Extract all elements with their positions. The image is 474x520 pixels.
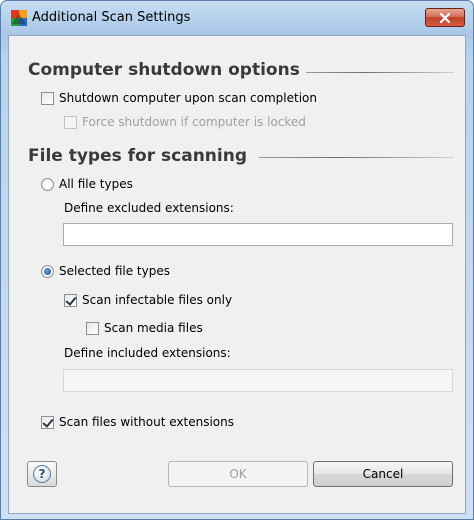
excluded-extensions-input[interactable] <box>63 223 453 246</box>
help-button[interactable]: ? <box>27 461 57 487</box>
all-file-types-option[interactable]: All file types <box>41 177 133 191</box>
included-extensions-input[interactable] <box>63 369 453 392</box>
cancel-button[interactable]: Cancel <box>313 461 453 487</box>
dialog-content: Computer shutdown options Shutdown compu… <box>8 35 466 514</box>
title-bar[interactable]: Additional Scan Settings <box>1 1 473 35</box>
scan-media-files-option[interactable]: Scan media files <box>86 321 203 335</box>
scan-infectable-label: Scan infectable files only <box>82 293 233 307</box>
file-types-section-rule <box>259 157 454 158</box>
file-types-section-heading: File types for scanning <box>28 146 248 166</box>
included-extensions-label: Define included extensions: <box>64 346 231 360</box>
scan-media-files-label: Scan media files <box>104 321 203 335</box>
shutdown-section-heading: Computer shutdown options <box>28 60 300 80</box>
force-shutdown-option[interactable]: Force shutdown if computer is locked <box>64 115 306 129</box>
excluded-extensions-label: Define excluded extensions: <box>64 201 234 215</box>
window-title: Additional Scan Settings <box>32 10 191 25</box>
avg-logo-icon <box>11 10 27 26</box>
shutdown-on-completion-label: Shutdown computer upon scan completion <box>59 91 317 105</box>
ok-button[interactable]: OK <box>168 461 308 487</box>
force-shutdown-label: Force shutdown if computer is locked <box>82 115 306 129</box>
force-shutdown-checkbox[interactable] <box>64 115 77 129</box>
close-button[interactable] <box>425 8 465 27</box>
selected-file-types-radio[interactable] <box>41 264 54 278</box>
shutdown-section-rule <box>306 72 454 73</box>
scan-media-files-checkbox[interactable] <box>86 321 99 335</box>
scan-infectable-checkbox[interactable] <box>64 293 77 307</box>
scan-without-extensions-label: Scan files without extensions <box>59 415 235 429</box>
selected-file-types-option[interactable]: Selected file types <box>41 264 170 278</box>
dialog-window: Additional Scan Settings Computer shutdo… <box>0 0 474 520</box>
help-icon: ? <box>33 465 51 483</box>
scan-infectable-option[interactable]: Scan infectable files only <box>64 293 232 307</box>
shutdown-on-completion-checkbox[interactable] <box>41 91 54 105</box>
all-file-types-label: All file types <box>59 177 133 191</box>
selected-file-types-label: Selected file types <box>59 264 170 278</box>
scan-without-extensions-option[interactable]: Scan files without extensions <box>41 415 234 429</box>
shutdown-on-completion-option[interactable]: Shutdown computer upon scan completion <box>41 91 317 105</box>
close-icon <box>439 12 451 23</box>
all-file-types-radio[interactable] <box>41 177 54 191</box>
scan-without-extensions-checkbox[interactable] <box>41 415 54 429</box>
